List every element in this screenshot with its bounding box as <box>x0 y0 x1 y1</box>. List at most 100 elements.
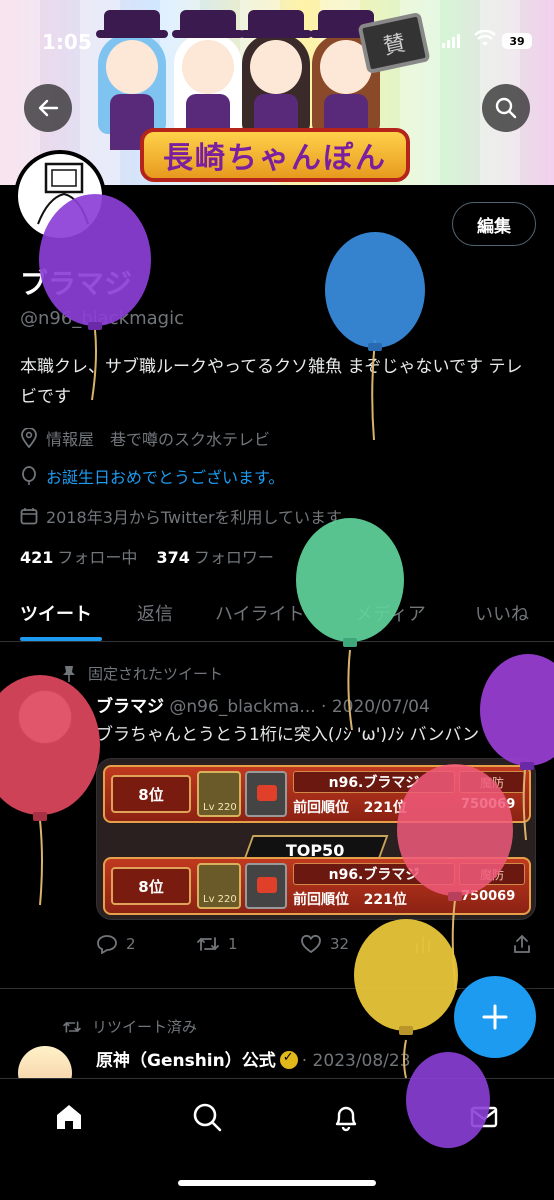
stat-score: 750069 <box>461 889 516 904</box>
tab-likes[interactable]: いいね <box>475 600 529 626</box>
tweet-actions: 2 1 32 <box>96 934 536 962</box>
profile-tabs: ツイート 返信 ハイライト メディア いいね <box>0 590 554 642</box>
share-button[interactable] <box>512 934 532 954</box>
stat-score: 750069 <box>461 797 516 812</box>
tweet-date: · 2023/08/23 <box>301 1051 411 1071</box>
tweet-handle-date: @n96_blackma... · 2020/07/04 <box>169 697 430 717</box>
pin-icon <box>63 665 75 682</box>
joined-text: 2018年3月からTwitterを利用しています <box>46 508 343 527</box>
class-icon: Lv 220 <box>197 863 241 909</box>
verified-badge-icon <box>279 1050 298 1069</box>
previous-rank-label: 前回順位 <box>293 800 349 816</box>
compose-plus-icon <box>482 1004 508 1030</box>
retweet-icon <box>63 1020 81 1033</box>
nav-messages[interactable] <box>464 1097 504 1137</box>
retweet-count: 1 <box>228 935 238 953</box>
search-icon <box>495 97 517 119</box>
back-arrow-icon <box>38 99 59 117</box>
reply-count: 2 <box>126 935 136 953</box>
guild-flag-icon <box>245 771 287 817</box>
class-icon: Lv 220 <box>197 771 241 817</box>
stat-type: 魔防 <box>459 771 525 793</box>
tab-replies[interactable]: 返信 <box>137 600 173 626</box>
wifi-icon <box>474 29 496 53</box>
share-icon <box>514 934 530 953</box>
profile-birthday[interactable]: お誕生日おめでとうございます。 <box>20 464 284 488</box>
reply-icon <box>97 935 117 954</box>
status-bar: 1:05 39 <box>0 0 554 80</box>
profile-name: ブラマジ <box>20 267 133 300</box>
tab-media[interactable]: メディア <box>355 600 426 626</box>
guild-flag-icon <box>245 863 287 909</box>
previous-rank-value: 221位 <box>363 800 407 816</box>
following-label: フォロー中 <box>57 548 138 567</box>
back-button[interactable] <box>24 84 72 132</box>
location-text: 情報屋 巷で噂のスク水テレビ <box>46 430 271 449</box>
profile-bio: 本職クレ、サブ職ルークやってるクソ雑魚 まぞじゃないです テレビです <box>20 357 523 407</box>
followers-link[interactable]: 374 フォロワー <box>157 548 274 567</box>
retweeted-label: リツイート済み <box>92 1018 198 1036</box>
edit-profile-button[interactable]: 編集 <box>452 202 536 246</box>
followers-label: フォロワー <box>193 548 274 567</box>
balloon-icon <box>22 466 36 485</box>
tab-highlights[interactable]: ハイライト <box>215 600 305 626</box>
player-name: n96.ブラマジ <box>293 771 455 793</box>
ranking-card: 8位 Lv 220 n96.ブラマジ 前回順位 221位 魔防 750069 <box>103 857 531 915</box>
retweet-button[interactable]: 1 <box>196 934 238 954</box>
avatar-tv-drawing <box>37 162 89 225</box>
previous-rank: 前回順位 221位 <box>293 889 407 909</box>
level-text: Lv 220 <box>203 802 237 813</box>
nav-home[interactable] <box>49 1097 89 1137</box>
following-link[interactable]: 421 フォロー中 <box>20 548 137 567</box>
location-icon <box>21 428 37 448</box>
messages-icon <box>470 1106 498 1128</box>
profile-location: 情報屋 巷で噂のスク水テレビ <box>20 426 270 450</box>
active-tab-indicator <box>20 637 102 641</box>
tweet-author-name[interactable]: 原神（Genshin）公式 <box>96 1051 276 1071</box>
like-button[interactable]: 32 <box>300 934 349 954</box>
rank-position: 8位 <box>111 775 191 813</box>
like-count: 32 <box>330 935 350 953</box>
profile-joined: 2018年3月からTwitterを利用しています <box>20 504 342 528</box>
retweeted-indicator: リツイート済み <box>62 1016 197 1037</box>
views-icon <box>416 936 430 953</box>
home-indicator <box>178 1180 376 1186</box>
followers-count: 374 <box>156 548 190 567</box>
nav-notifications[interactable] <box>326 1097 366 1137</box>
tweet-header: 原神（Genshin）公式 · 2023/08/23 <box>96 1046 411 1071</box>
player-name: n96.ブラマジ <box>293 863 455 885</box>
cellular-signal-icon <box>442 34 460 48</box>
search-button[interactable] <box>482 84 530 132</box>
battery-indicator: 39 <box>502 33 532 49</box>
retweet-icon <box>197 937 219 951</box>
status-time: 1:05 <box>42 30 92 54</box>
previous-rank-label: 前回順位 <box>293 892 349 908</box>
tweet-avatar[interactable] <box>18 690 72 744</box>
tweet-media-image[interactable]: 8位 Lv 220 n96.ブラマジ 前回順位 221位 魔防 750069 T… <box>96 758 536 920</box>
home-icon <box>57 1105 81 1129</box>
compose-tweet-button[interactable] <box>454 976 536 1058</box>
tab-tweets[interactable]: ツイート <box>20 600 92 626</box>
previous-rank-value: 221位 <box>363 892 407 908</box>
follow-stats: 421 フォロー中 374 フォロワー <box>20 544 274 568</box>
tweet-text: ブラちゃんとうとう1桁に突入(ﾉｼ 'ω')ﾉｼ バンバン <box>96 725 480 745</box>
nav-search[interactable] <box>187 1097 227 1137</box>
profile-avatar[interactable] <box>14 150 106 242</box>
notifications-icon <box>335 1106 357 1132</box>
like-icon <box>301 934 321 954</box>
reply-button[interactable]: 2 <box>96 934 136 954</box>
search-icon <box>193 1103 222 1132</box>
previous-rank: 前回順位 221位 <box>293 797 407 817</box>
tweet-author-name[interactable]: ブラマジ <box>96 697 164 717</box>
pinned-label: 固定されたツイート <box>88 665 224 683</box>
views-button[interactable] <box>414 934 432 954</box>
banner-title-sign: 長崎ちゃんぽん <box>140 128 410 182</box>
following-count: 421 <box>20 548 54 567</box>
birthday-text[interactable]: お誕生日おめでとうございます。 <box>46 464 284 488</box>
stat-type: 魔防 <box>459 863 525 885</box>
ranking-card: 8位 Lv 220 n96.ブラマジ 前回順位 221位 魔防 750069 <box>103 765 531 823</box>
pinned-indicator: 固定されたツイート <box>62 663 223 684</box>
profile-handle: @n96_blackmagic <box>20 308 184 329</box>
rank-position: 8位 <box>111 867 191 905</box>
tweet-header: ブラマジ @n96_blackma... · 2020/07/04 <box>96 692 430 717</box>
